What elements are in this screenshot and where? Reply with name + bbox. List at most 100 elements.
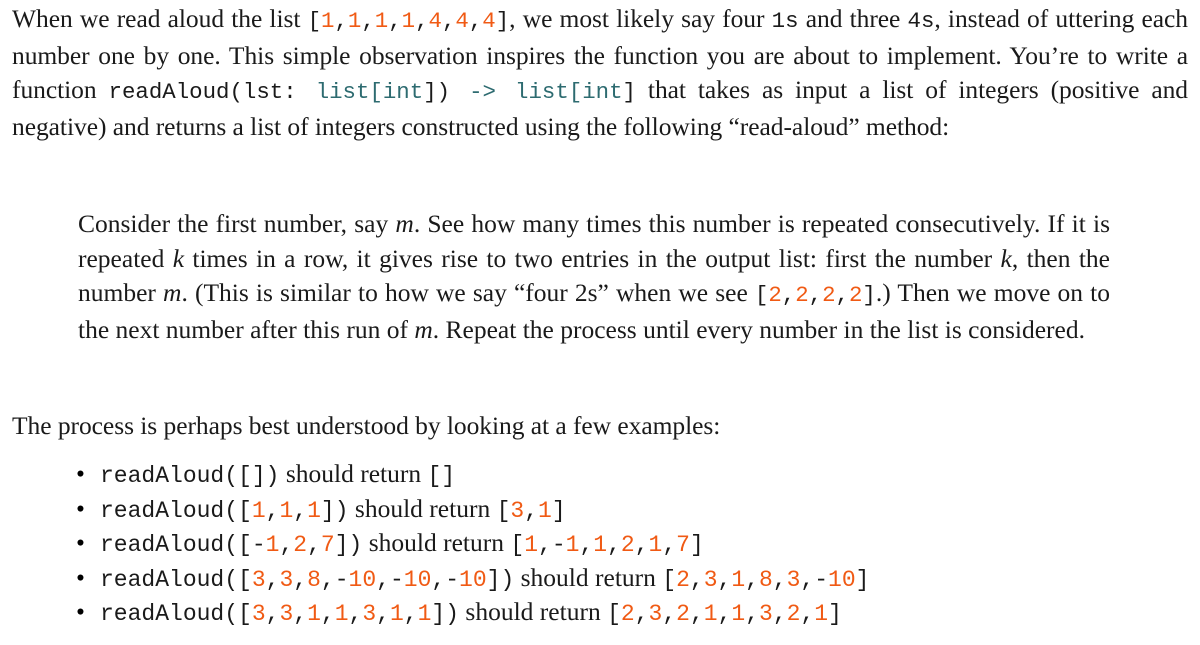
number-literal: 2 xyxy=(786,601,801,628)
example-list-item: • readAloud([-1,2,7]) should return [1,-1… xyxy=(12,526,1188,561)
number-literal: 3 xyxy=(279,601,294,628)
number-literal: 2 xyxy=(848,282,863,308)
number-literal: 1 xyxy=(401,8,416,34)
inline-list-literal-2: [2,2,2,2] xyxy=(755,282,876,308)
bracket-open: [ xyxy=(238,601,252,628)
function-name: readAloud xyxy=(100,532,225,559)
bracket-open: [ xyxy=(427,463,442,489)
number-literal: 10 xyxy=(403,566,432,593)
comma: , xyxy=(279,532,294,559)
comma: , xyxy=(800,601,815,628)
signature-param-type-open: list[ xyxy=(315,79,383,105)
signature-param-type-inner: int xyxy=(382,79,424,105)
number-literal: 3 xyxy=(703,566,718,593)
number-literal: 1 xyxy=(347,8,362,34)
comma: , xyxy=(307,532,321,559)
function-name: readAloud xyxy=(100,566,225,593)
comma: , xyxy=(607,532,621,559)
comma: , xyxy=(265,566,280,593)
number-literal: 1 xyxy=(334,601,349,628)
minus-sign: - xyxy=(445,566,460,593)
number-literal: 2 xyxy=(676,601,690,628)
mono-4s: 4s xyxy=(907,8,935,34)
comma: , xyxy=(431,566,446,593)
number-literal: 1 xyxy=(703,601,718,628)
number-literal: 1 xyxy=(251,497,266,524)
function-name: readAloud xyxy=(100,463,225,489)
signature-colon: : xyxy=(283,79,316,105)
comma: , xyxy=(662,601,677,628)
intro-text-1: When we read aloud the list xyxy=(12,4,308,33)
number-literal: 10 xyxy=(459,566,487,593)
example-output: [2,3,2,1,1,3,2,1] xyxy=(607,601,842,627)
number-literal: 4 xyxy=(455,8,469,34)
bracket-open: [ xyxy=(496,497,511,524)
comma: , xyxy=(772,566,787,593)
examples-list: • readAloud([]) should return [] • readAlou… xyxy=(12,457,1188,630)
signature-return-type-open: list[ xyxy=(515,79,583,105)
comma: , xyxy=(320,601,335,628)
bracket-open: [ xyxy=(662,566,677,593)
bracket-close: ] xyxy=(495,8,510,34)
number-literal: 1 xyxy=(279,497,294,524)
comma: , xyxy=(415,8,429,34)
comma: , xyxy=(579,532,594,559)
bracket-close: ] xyxy=(251,463,266,489)
example-output: [2,3,1,8,3,-10] xyxy=(662,567,869,593)
comma: , xyxy=(468,8,483,34)
number-literal: 1 xyxy=(321,8,335,34)
document-page: When we read aloud the list [1,1,1,1,4,4… xyxy=(0,0,1200,645)
paren-close: ) xyxy=(348,532,363,559)
example-output: [1,-1,1,2,1,7] xyxy=(510,532,703,558)
bracket-open: [ xyxy=(238,566,252,593)
example-call: readAloud([1,1,1]) xyxy=(100,498,349,524)
example-connector-text: should return xyxy=(348,493,497,523)
example-call: readAloud([3,3,8,-10,-10,-10]) xyxy=(100,567,514,593)
quote-text-1: Consider the first number, say xyxy=(78,209,396,238)
comma: , xyxy=(772,601,787,628)
number-literal: 1 xyxy=(307,497,321,524)
number-literal: 1 xyxy=(265,532,280,559)
signature-close-paren: ) xyxy=(436,79,451,105)
number-literal: 1 xyxy=(524,532,539,559)
number-literal: 1 xyxy=(593,532,608,559)
math-var-m-2: m xyxy=(163,278,182,307)
example-call: readAloud([-1,2,7]) xyxy=(100,532,362,558)
comma: , xyxy=(376,601,390,628)
bracket-open: [ xyxy=(238,497,252,524)
example-list-item: • readAloud([1,1,1]) should return [3,1] xyxy=(12,492,1188,527)
comma: , xyxy=(293,601,308,628)
comma: , xyxy=(538,532,552,559)
bracket-open: [ xyxy=(307,8,322,34)
comma: , xyxy=(689,566,704,593)
minus-sign: - xyxy=(551,532,566,559)
math-var-k-1: k xyxy=(172,243,185,273)
function-name: readAloud xyxy=(100,601,225,628)
quote-text-5: . (This is similar to how we say “four 2… xyxy=(181,278,755,307)
number-literal: 2 xyxy=(293,532,308,559)
paren-open: ( xyxy=(224,601,239,628)
intro-text-2: , we most likely say four xyxy=(509,4,772,33)
signature-function-name: readAloud xyxy=(108,79,230,105)
paren-close: ) xyxy=(445,601,460,628)
bracket-close: ] xyxy=(486,566,501,593)
inline-list-literal-1: [1,1,1,1,4,4,4] xyxy=(308,8,510,34)
bracket-open: [ xyxy=(607,601,621,628)
bracket-open: [ xyxy=(238,532,252,559)
number-literal: 2 xyxy=(768,282,782,308)
minus-sign: - xyxy=(334,566,349,593)
comma: , xyxy=(745,566,759,593)
comma: , xyxy=(745,601,760,628)
comma: , xyxy=(403,601,418,628)
comma: , xyxy=(634,601,649,628)
example-list-item: • readAloud([3,3,1,1,3,1,1]) should retur… xyxy=(12,595,1188,630)
number-literal: 3 xyxy=(786,566,801,593)
method-description-block: Consider the first number, say m. See ho… xyxy=(78,207,1110,347)
bracket-open: [ xyxy=(754,282,769,308)
example-connector-text: should return xyxy=(362,528,511,558)
intro-text-3: and three xyxy=(798,4,908,33)
comma: , xyxy=(361,8,375,34)
number-literal: 1 xyxy=(648,532,663,559)
example-list-item: • readAloud([3,3,8,-10,-10,-10]) should r… xyxy=(12,561,1188,596)
comma: , xyxy=(634,532,649,559)
